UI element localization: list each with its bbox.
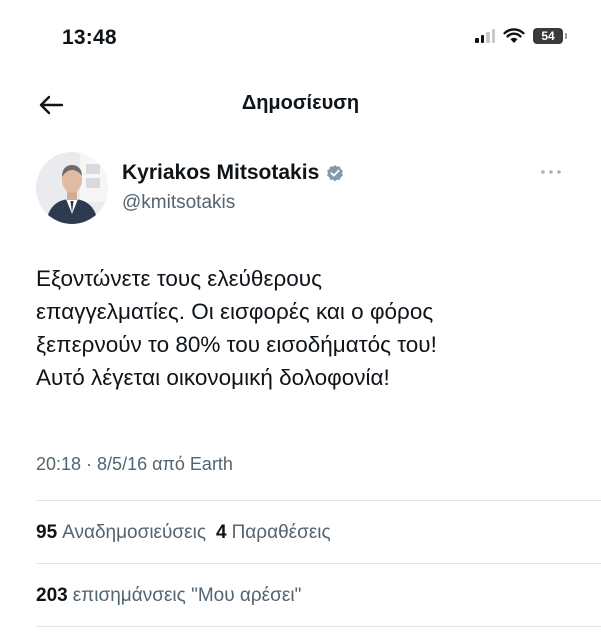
tweet-text: Εξοντώνετε τους ελεύθερους επαγγελματίες…: [36, 262, 576, 394]
wifi-icon: [503, 28, 525, 43]
author-handle[interactable]: @kmitsotakis: [122, 192, 235, 214]
author-name[interactable]: Kyriakos Mitsotakis: [122, 161, 319, 185]
verified-badge-icon: [327, 165, 344, 182]
tweet-text-line: Εξοντώνετε τους ελεύθερους: [36, 266, 322, 291]
nav-header: Δημοσίευση: [0, 80, 601, 130]
status-icons: 54: [475, 28, 567, 44]
quotes-label: Παραθέσεις: [231, 522, 331, 543]
quotes-count: 4: [216, 522, 227, 543]
reposts-stat[interactable]: 95 Αναδημοσιεύσεις: [36, 522, 206, 544]
tweet-text-line: επαγγελματίες. Οι εισφορές και ο φόρος: [36, 299, 434, 324]
status-time: 13:48: [62, 26, 117, 49]
tweet-text-line: ξεπερνούν το 80% του εισοδήματός του!: [36, 332, 437, 357]
likes-label: επισημάνσεις "Μου αρέσει": [72, 585, 302, 606]
avatar-photo: [36, 152, 108, 224]
signal-icon: [475, 29, 495, 43]
divider: [36, 500, 601, 501]
reposts-count: 95: [36, 522, 58, 543]
tweet-author: Kyriakos Mitsotakis @kmitsotakis: [36, 152, 566, 232]
likes-count: 203: [36, 585, 68, 606]
author-name-line: Kyriakos Mitsotakis: [122, 161, 345, 185]
repost-stats-row: 95 Αναδημοσιεύσεις 4 Παραθέσεις: [36, 522, 331, 544]
divider: [36, 626, 601, 627]
page-title: Δημοσίευση: [241, 92, 360, 114]
battery-icon: 54: [533, 28, 567, 44]
divider: [36, 563, 601, 564]
tweet-text-line: Αυτό λέγεται οικονομική δολοφονία!: [36, 365, 390, 390]
quotes-stat[interactable]: 4 Παραθέσεις: [216, 522, 331, 544]
more-horizontal-icon: [541, 170, 561, 174]
likes-stats-row: 203 επισημάνσεις "Μου αρέσει": [36, 585, 301, 607]
status-bar: 13:48 54: [0, 0, 601, 80]
avatar[interactable]: [36, 152, 108, 224]
tweet-timestamp[interactable]: 20:18 · 8/5/16 από Earth: [36, 454, 233, 475]
reposts-label: Αναδημοσιεύσεις: [62, 522, 206, 543]
more-options-button[interactable]: [536, 162, 566, 182]
likes-stat[interactable]: 203 επισημάνσεις "Μου αρέσει": [36, 585, 301, 607]
